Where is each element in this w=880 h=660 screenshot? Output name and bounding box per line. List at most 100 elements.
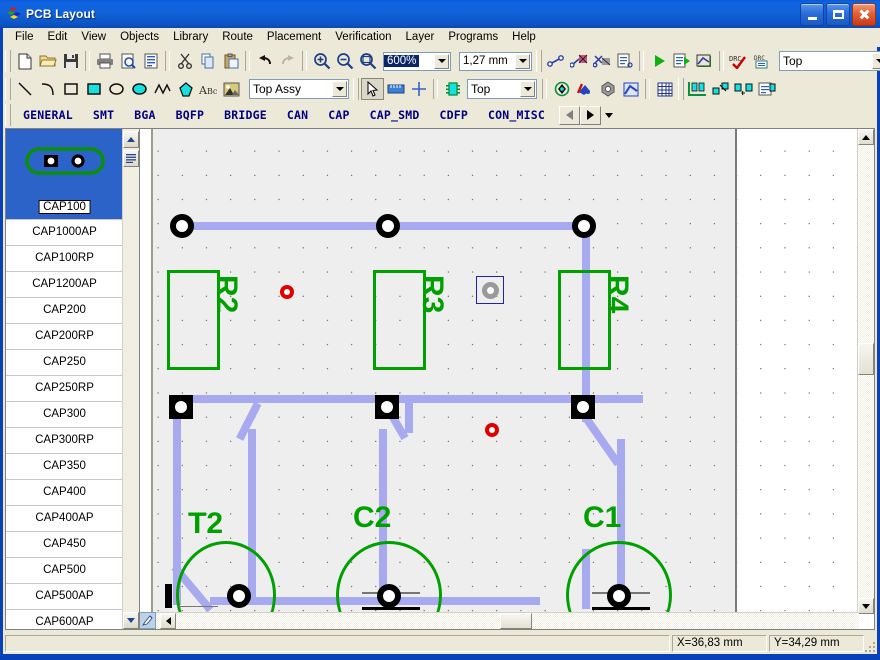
close-button[interactable] — [852, 3, 876, 26]
menu-edit[interactable]: Edit — [41, 29, 75, 46]
route-manual-button[interactable] — [567, 50, 590, 72]
zoom-window-button[interactable] — [356, 50, 379, 72]
component-layer-combo[interactable]: Top — [467, 79, 537, 99]
pad-round[interactable] — [377, 584, 401, 608]
print-preview-button[interactable] — [116, 50, 139, 72]
tab-general[interactable]: GENERAL — [13, 106, 83, 124]
grid-step-combo[interactable]: 1,27 mm — [459, 51, 532, 71]
chevron-down-icon[interactable] — [872, 53, 880, 69]
library-scrollbar[interactable] — [122, 129, 139, 629]
copper-pour-button[interactable] — [693, 50, 716, 72]
list-item[interactable]: CAP250 — [6, 350, 123, 376]
list-item[interactable]: CAP200RP — [6, 324, 123, 350]
tabs-dropdown-button[interactable] — [601, 112, 613, 118]
minimize-button[interactable] — [800, 3, 824, 26]
list-item[interactable]: CAP600AP — [6, 610, 123, 629]
zoom-level-combo[interactable]: 600% — [383, 51, 451, 71]
menu-view[interactable]: View — [74, 29, 113, 46]
list-item[interactable]: CAP400 — [6, 480, 123, 506]
crosshair-button[interactable] — [407, 78, 430, 100]
menu-objects[interactable]: Objects — [113, 29, 166, 46]
pcb-canvas[interactable]: R2 R3 R4 T2 C2 C1 — [140, 129, 859, 614]
menu-help[interactable]: Help — [505, 29, 543, 46]
place-pad-button[interactable] — [550, 78, 573, 100]
drc-report-button[interactable]: DRC — [750, 50, 773, 72]
via-marker[interactable] — [280, 285, 294, 299]
scroll-down-button[interactable] — [858, 598, 874, 614]
pad-square[interactable] — [375, 395, 399, 419]
library-list-view-button[interactable] — [123, 150, 139, 167]
scroll-up-button[interactable] — [858, 129, 874, 145]
tab-bga[interactable]: BGA — [124, 106, 165, 124]
drc-check-button[interactable]: DRC — [727, 50, 750, 72]
new-file-button[interactable] — [13, 50, 36, 72]
open-folder-button[interactable] — [36, 50, 59, 72]
toolbar-grip[interactable] — [5, 50, 11, 72]
play-green-button[interactable] — [647, 50, 670, 72]
pad-round[interactable] — [376, 214, 400, 238]
canvas-pen-tool-button[interactable] — [140, 612, 156, 629]
draw-rectangle-button[interactable] — [59, 78, 82, 100]
list-item[interactable]: CAP100RP — [6, 246, 123, 272]
pad-round[interactable] — [607, 584, 631, 608]
canvas-vertical-scrollbar[interactable] — [857, 129, 874, 614]
component-properties-button[interactable] — [755, 78, 778, 100]
undo-arrow-button[interactable] — [253, 50, 276, 72]
select-tool-button[interactable] — [361, 78, 384, 100]
list-item[interactable]: CAP200 — [6, 298, 123, 324]
list-item[interactable]: CAP1000AP — [6, 220, 123, 246]
tabs-grip[interactable] — [5, 104, 11, 126]
grid-table-button[interactable] — [653, 78, 676, 100]
place-zone-button[interactable] — [619, 78, 642, 100]
script-run-button[interactable] — [670, 50, 693, 72]
list-item[interactable]: CAP500AP — [6, 584, 123, 610]
zoom-in-button[interactable] — [310, 50, 333, 72]
menu-library[interactable]: Library — [166, 29, 215, 46]
via-selected[interactable] — [476, 276, 504, 304]
pad-round[interactable] — [170, 214, 194, 238]
toolbar-grip[interactable] — [353, 78, 359, 100]
pad-square[interactable] — [571, 395, 595, 419]
zoom-out-button[interactable] — [333, 50, 356, 72]
library-scroll-down-button[interactable] — [123, 612, 139, 629]
menu-verification[interactable]: Verification — [328, 29, 398, 46]
draw-ellipse-button[interactable] — [105, 78, 128, 100]
print-button[interactable] — [93, 50, 116, 72]
route-trace-button[interactable] — [544, 50, 567, 72]
list-item[interactable]: CAP350 — [6, 454, 123, 480]
list-item[interactable]: CAP1200AP — [6, 272, 123, 298]
redo-arrow-button[interactable] — [276, 50, 299, 72]
draw-layer-combo[interactable]: Top Assy — [249, 79, 349, 99]
menu-placement[interactable]: Placement — [260, 29, 328, 46]
list-item[interactable]: CAP300 — [6, 402, 123, 428]
draw-polygon-button[interactable] — [174, 78, 197, 100]
tab-con-misc[interactable]: CON_MISC — [478, 106, 555, 124]
toolbar-grip[interactable] — [678, 78, 684, 100]
vertical-scroll-thumb[interactable] — [858, 343, 874, 375]
scroll-tabs-right-button[interactable] — [580, 105, 601, 125]
list-item[interactable]: CAP250RP — [6, 376, 123, 402]
draw-arc-button[interactable] — [36, 78, 59, 100]
cut-button[interactable] — [173, 50, 196, 72]
draw-polyline-button[interactable] — [151, 78, 174, 100]
library-item-selected[interactable]: CAP100 — [6, 129, 123, 220]
draw-line-button[interactable] — [13, 78, 36, 100]
copy-button[interactable] — [196, 50, 219, 72]
draw-image-button[interactable] — [220, 78, 243, 100]
swap-pins-button[interactable] — [709, 78, 732, 100]
resize-grip[interactable] — [861, 638, 875, 652]
menu-route[interactable]: Route — [215, 29, 260, 46]
tab-can[interactable]: CAN — [277, 106, 318, 124]
menu-file[interactable]: File — [8, 29, 41, 46]
tab-cap-smd[interactable]: CAP_SMD — [360, 106, 430, 124]
scroll-left-button[interactable] — [160, 613, 176, 629]
tab-bqfp[interactable]: BQFP — [166, 106, 215, 124]
chevron-down-icon[interactable] — [520, 81, 535, 97]
scroll-tabs-left-button[interactable] — [559, 105, 580, 125]
menu-programs[interactable]: Programs — [441, 29, 505, 46]
tab-bridge[interactable]: BRIDGE — [214, 106, 277, 124]
draw-text-button[interactable]: A Bc — [197, 78, 220, 100]
measure-tool-button[interactable] — [384, 78, 407, 100]
save-file-button[interactable] — [59, 50, 82, 72]
library-scroll-up-button[interactable] — [123, 131, 139, 148]
